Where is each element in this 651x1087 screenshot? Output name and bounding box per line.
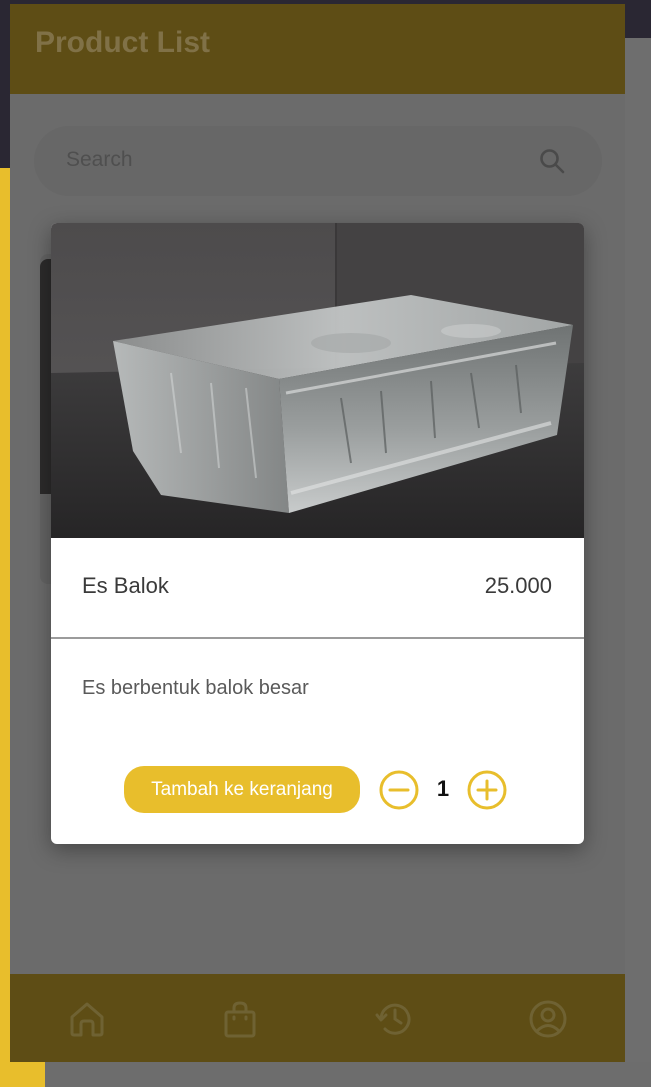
product-image [51,223,584,538]
product-price: 25.000 [484,573,552,598]
plus-circle-icon[interactable] [466,769,508,811]
history-icon[interactable] [374,998,416,1040]
quantity-value: 1 [436,776,450,801]
add-to-cart-button[interactable]: Tambah ke keranjang [124,766,360,813]
bottom-nav [10,974,625,1062]
home-icon[interactable] [66,998,108,1040]
divider [51,637,584,639]
page-title: Product List [35,26,211,59]
minus-circle-icon[interactable] [378,769,420,811]
search-icon[interactable] [538,147,566,175]
backdrop-right [625,38,651,1068]
product-detail-dialog: Es Balok 25.000 Es berbentuk balok besar… [51,223,584,844]
app-bar: Product List [10,4,625,94]
search-input[interactable]: Search [66,148,133,172]
profile-icon[interactable] [527,998,569,1040]
search-bar[interactable]: Search [34,126,602,196]
shopping-bag-icon[interactable] [219,998,261,1040]
backdrop-bottom [45,1062,651,1087]
product-description: Es berbentuk balok besar [82,677,309,699]
product-name: Es Balok [82,573,169,598]
